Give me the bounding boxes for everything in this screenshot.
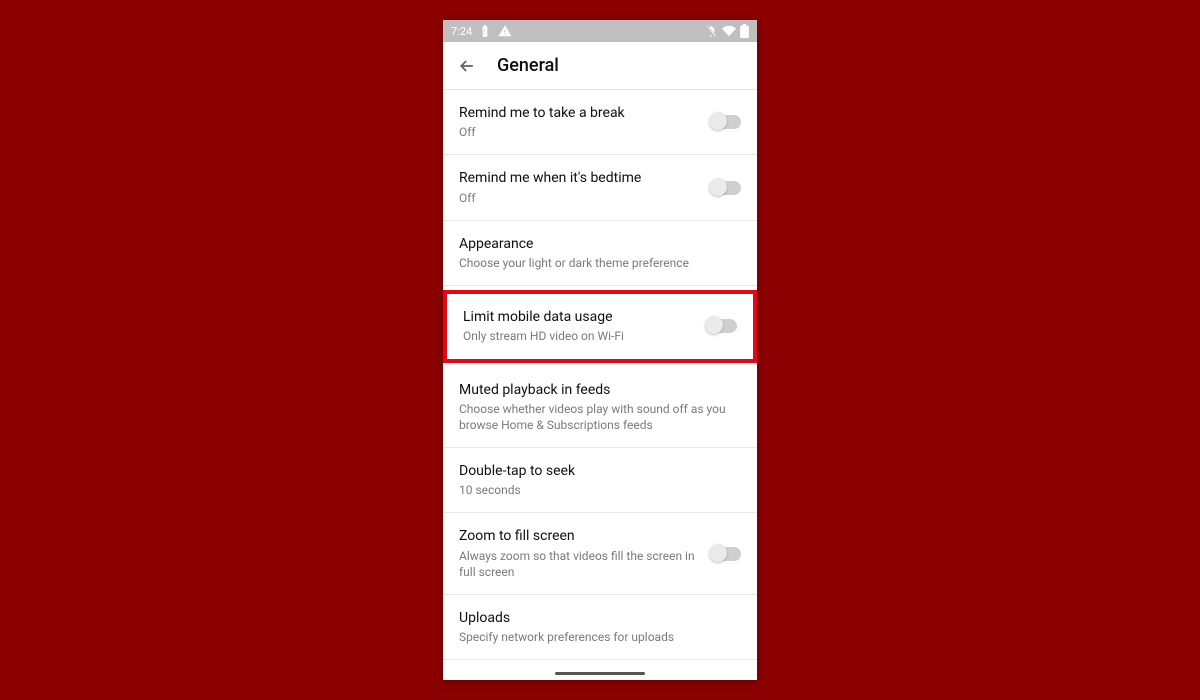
highlighted-setting: Limit mobile data usage Only stream HD v… — [443, 290, 757, 362]
setting-remind-break[interactable]: Remind me to take a break Off — [443, 90, 757, 155]
setting-muted-playback[interactable]: Muted playback in feeds Choose whether v… — [443, 367, 757, 449]
back-button[interactable] — [455, 54, 479, 78]
page-title: General — [497, 55, 559, 76]
settings-list: Remind me to take a break Off Remind me … — [443, 90, 757, 660]
phone-frame: 7:24 General Remind me to take a break O… — [443, 20, 757, 680]
setting-limit-data[interactable]: Limit mobile data usage Only stream HD v… — [447, 294, 753, 358]
warning-icon — [498, 24, 512, 38]
setting-title: Appearance — [459, 235, 731, 253]
setting-subtitle: Choose whether videos play with sound of… — [459, 401, 731, 433]
toggle-zoom-fill[interactable] — [711, 547, 741, 561]
setting-text: Limit mobile data usage Only stream HD v… — [463, 308, 707, 344]
navigation-bar — [443, 666, 757, 680]
setting-text: Zoom to fill screen Always zoom so that … — [459, 527, 711, 580]
setting-title: Limit mobile data usage — [463, 308, 697, 326]
setting-text: Remind me to take a break Off — [459, 104, 711, 140]
status-right — [704, 24, 749, 38]
setting-uploads[interactable]: Uploads Specify network preferences for … — [443, 595, 757, 660]
status-time: 7:24 — [451, 25, 472, 38]
setting-subtitle: Choose your light or dark theme preferen… — [459, 255, 731, 271]
app-header: General — [443, 42, 757, 90]
setting-text: Remind me when it's bedtime Off — [459, 169, 711, 205]
status-left: 7:24 — [451, 24, 512, 38]
arrow-left-icon — [457, 56, 477, 76]
setting-title: Muted playback in feeds — [459, 381, 731, 399]
toggle-remind-break[interactable] — [711, 115, 741, 129]
setting-zoom-fill[interactable]: Zoom to fill screen Always zoom so that … — [443, 513, 757, 595]
setting-subtitle: Only stream HD video on Wi-Fi — [463, 328, 697, 344]
battery-alert-icon — [478, 24, 492, 38]
setting-double-tap[interactable]: Double-tap to seek 10 seconds — [443, 448, 757, 513]
setting-subtitle: 10 seconds — [459, 482, 731, 498]
setting-text: Double-tap to seek 10 seconds — [459, 462, 741, 498]
status-bar: 7:24 — [443, 20, 757, 42]
setting-subtitle: Off — [459, 124, 701, 140]
battery-icon — [740, 24, 749, 38]
setting-subtitle: Specify network preferences for uploads — [459, 629, 731, 645]
nav-handle[interactable] — [555, 672, 645, 675]
setting-appearance[interactable]: Appearance Choose your light or dark the… — [443, 221, 757, 286]
setting-text: Muted playback in feeds Choose whether v… — [459, 381, 741, 434]
setting-remind-bedtime[interactable]: Remind me when it's bedtime Off — [443, 155, 757, 220]
notifications-off-icon — [704, 24, 718, 38]
toggle-remind-bedtime[interactable] — [711, 181, 741, 195]
setting-title: Remind me when it's bedtime — [459, 169, 701, 187]
wifi-icon — [722, 24, 736, 38]
setting-subtitle: Always zoom so that videos fill the scre… — [459, 548, 701, 580]
setting-text: Appearance Choose your light or dark the… — [459, 235, 741, 271]
setting-title: Uploads — [459, 609, 731, 627]
toggle-limit-data[interactable] — [707, 319, 737, 333]
setting-title: Zoom to fill screen — [459, 527, 701, 545]
setting-text: Uploads Specify network preferences for … — [459, 609, 741, 645]
setting-subtitle: Off — [459, 190, 701, 206]
setting-title: Remind me to take a break — [459, 104, 701, 122]
setting-title: Double-tap to seek — [459, 462, 731, 480]
